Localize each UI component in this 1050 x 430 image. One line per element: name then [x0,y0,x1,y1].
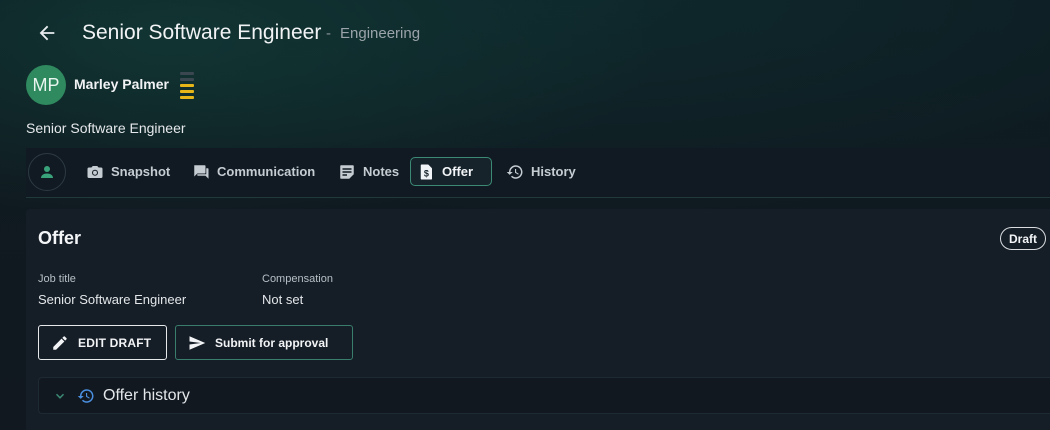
send-icon [189,335,206,350]
candidate-profile-tab[interactable] [28,153,66,191]
title-separator: - [326,25,331,42]
submit-label: Submit for approval [215,335,329,350]
pencil-icon [53,335,67,350]
status-badge: Draft [1000,227,1047,250]
tab-communication[interactable]: Communication [186,157,321,186]
tab-snapshot[interactable]: Snapshot [80,157,176,186]
history-icon [77,388,94,403]
tab-label: Notes [363,164,400,179]
tab-notes[interactable]: Notes [332,157,405,186]
svg-text:$: $ [424,168,429,178]
rating-bar [180,90,194,93]
back-button[interactable] [36,22,64,46]
camera-icon [87,165,103,178]
offer-history-label: Offer history [103,386,190,404]
rating-bar [180,84,194,87]
candidate-role: Senior Software Engineer [26,120,186,136]
edit-draft-label: EDIT DRAFT [78,335,152,350]
tab-history[interactable]: History [500,157,582,186]
notes-icon [340,164,354,179]
job-title-value: Senior Software Engineer [38,292,187,307]
offer-title: Offer [38,228,82,248]
chat-icon [194,164,209,179]
job-title-label: Job title [38,273,76,285]
tab-label: Offer [442,164,474,179]
offer-document-icon: $ [420,164,432,179]
tab-bar: Snapshot Communication Notes $ Offer His… [26,148,1050,198]
submit-for-approval-button[interactable]: Submit for approval [175,325,353,360]
history-icon [506,164,523,179]
rating-bar [180,96,194,99]
edit-draft-button[interactable]: EDIT DRAFT [38,325,167,360]
compensation-value: Not set [262,292,304,307]
rating-bar [180,78,194,81]
compensation-label: Compensation [262,273,333,285]
candidate-name[interactable]: Marley Palmer [74,76,169,92]
offer-card: Offer Draft Job title Senior Software En… [26,209,1050,430]
chevron-down-icon [55,393,65,399]
tab-offer[interactable]: $ Offer [410,157,492,186]
arrow-left-icon [39,25,55,41]
tab-label: Snapshot [111,164,171,179]
offer-history-accordion[interactable]: Offer history [38,377,1050,414]
page-header: Senior Software Engineer - Engineering M… [0,0,1050,145]
rating-bar [180,72,194,75]
candidate-avatar[interactable]: MP [26,65,66,105]
tab-label: Communication [217,164,316,179]
person-icon [41,166,53,178]
department-label: Engineering [340,25,421,42]
page-title: Senior Software Engineer [82,21,322,44]
rating-indicator[interactable] [178,70,196,102]
tab-label: History [531,164,576,179]
